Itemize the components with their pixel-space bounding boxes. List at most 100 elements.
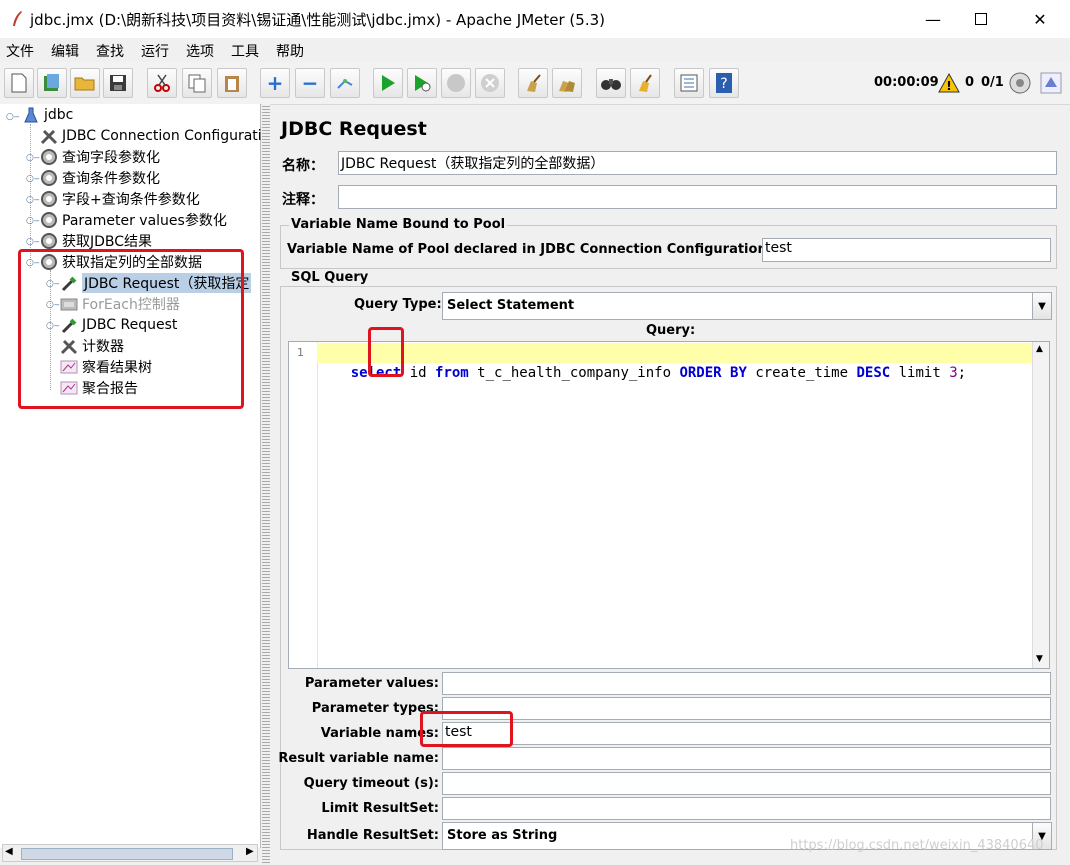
broom-icon bbox=[527, 74, 541, 92]
menu-run[interactable]: 运行 bbox=[141, 41, 169, 61]
query-label: Query: bbox=[646, 323, 696, 338]
menu-edit[interactable]: 编辑 bbox=[51, 41, 79, 61]
clipboard-icon bbox=[225, 76, 239, 92]
line-number: 1 bbox=[297, 346, 304, 359]
menu-tools[interactable]: 工具 bbox=[231, 41, 259, 61]
scissors-icon bbox=[154, 74, 170, 92]
scroll-up-arrow[interactable]: ▲ bbox=[1036, 344, 1043, 354]
collapse-all-button[interactable]: − bbox=[295, 68, 325, 98]
parameter-values-field[interactable] bbox=[442, 672, 1051, 695]
menu-search[interactable]: 查找 bbox=[96, 41, 124, 61]
tree-node-conditions-param[interactable]: 查询条件参数化 bbox=[40, 168, 160, 188]
toggle-icon bbox=[337, 79, 353, 89]
broom-search-icon bbox=[639, 74, 652, 92]
code-token: create_time bbox=[746, 365, 857, 381]
highlight-box bbox=[420, 711, 513, 747]
query-timeout-field[interactable] bbox=[442, 772, 1051, 795]
query-type-select[interactable]: Select Statement ▼ bbox=[442, 292, 1052, 320]
binoculars-icon bbox=[601, 79, 621, 90]
gear-icon bbox=[40, 211, 58, 229]
expand-toggle[interactable]: ○‒ bbox=[26, 153, 40, 163]
code-token: ORDER BY bbox=[679, 365, 747, 381]
close-button[interactable]: ✕ bbox=[1017, 0, 1063, 38]
menu-file[interactable]: 文件 bbox=[6, 41, 34, 61]
scroll-left-arrow[interactable]: ◀ bbox=[5, 846, 13, 857]
tree-node-fields-conditions-param[interactable]: 字段+查询条件参数化 bbox=[40, 189, 200, 209]
result-variable-name-label: Result variable name: bbox=[278, 751, 439, 766]
expand-toggle[interactable]: ○‒ bbox=[26, 237, 40, 247]
tree-node-get-jdbc-result[interactable]: 获取JDBC结果 bbox=[40, 231, 152, 251]
comment-field[interactable] bbox=[338, 185, 1057, 209]
code-token: DESC bbox=[856, 365, 891, 381]
minimize-button[interactable]: — bbox=[910, 0, 956, 38]
code-token: id bbox=[401, 365, 436, 381]
save-icon bbox=[110, 75, 126, 91]
tree-node-jdbc-config[interactable]: JDBC Connection Configuratio bbox=[40, 126, 270, 146]
parameter-values-label: Parameter values: bbox=[304, 676, 439, 691]
start-no-pause-button[interactable] bbox=[407, 68, 437, 98]
name-field[interactable]: JDBC Request（获取指定列的全部数据） bbox=[338, 151, 1057, 175]
limit-resultset-field[interactable] bbox=[442, 797, 1051, 820]
copy-button[interactable] bbox=[182, 68, 212, 98]
expand-toggle[interactable]: ○‒ bbox=[26, 216, 40, 226]
scroll-right-arrow[interactable]: ▶ bbox=[246, 846, 254, 857]
tree-node-root[interactable]: jdbc bbox=[22, 105, 73, 125]
maximize-button[interactable] bbox=[958, 0, 1004, 38]
scroll-down-arrow[interactable]: ▼ bbox=[1036, 654, 1043, 664]
tree-node-parameter-values[interactable]: Parameter values参数化 bbox=[40, 210, 227, 230]
tree-horizontal-scrollbar[interactable]: ◀ ▶ bbox=[2, 844, 258, 862]
templates-icon bbox=[44, 74, 59, 91]
parameter-types-field[interactable] bbox=[442, 697, 1051, 720]
tree-node-fields-param[interactable]: 查询字段参数化 bbox=[40, 147, 160, 167]
templates-button[interactable] bbox=[37, 68, 67, 98]
stop-icon bbox=[447, 74, 465, 92]
gear-icon bbox=[40, 190, 58, 208]
minus-icon: − bbox=[301, 71, 319, 95]
new-button[interactable] bbox=[4, 68, 34, 98]
list-icon bbox=[680, 74, 698, 92]
start-button[interactable] bbox=[373, 68, 403, 98]
clear-button[interactable] bbox=[518, 68, 548, 98]
expand-all-button[interactable]: + bbox=[260, 68, 290, 98]
svg-text:!: ! bbox=[946, 79, 951, 93]
scrollbar-thumb[interactable] bbox=[21, 848, 233, 860]
svg-text:?: ? bbox=[720, 76, 727, 92]
expand-toggle[interactable]: ○‒ bbox=[26, 195, 40, 205]
gear-icon bbox=[40, 169, 58, 187]
open-button[interactable] bbox=[70, 68, 100, 98]
cut-button[interactable] bbox=[147, 68, 177, 98]
clear-all-button[interactable] bbox=[552, 68, 582, 98]
comment-label: 注释： bbox=[282, 192, 324, 208]
expand-toggle[interactable]: ○‒ bbox=[26, 174, 40, 184]
chevron-down-icon[interactable]: ▼ bbox=[1032, 293, 1051, 319]
help-button[interactable]: ? bbox=[709, 68, 739, 98]
editor-vertical-scrollbar[interactable]: ▲ ▼ bbox=[1032, 342, 1049, 668]
function-helper-button[interactable] bbox=[674, 68, 704, 98]
pane-splitter[interactable] bbox=[262, 104, 270, 864]
menu-options[interactable]: 选项 bbox=[186, 41, 214, 61]
sql-editor[interactable]: 1 select id from t_c_health_company_info… bbox=[288, 341, 1050, 669]
play-icon bbox=[382, 75, 395, 91]
stop-button[interactable] bbox=[441, 68, 471, 98]
variable-names-field[interactable]: test bbox=[442, 722, 1051, 745]
result-variable-name-field[interactable] bbox=[442, 747, 1051, 770]
elapsed-timer: 00:00:09 bbox=[874, 75, 939, 90]
remote-status-icon[interactable] bbox=[1009, 72, 1031, 94]
code-token: t_c_health_company_info bbox=[468, 365, 680, 381]
log-viewer-icon[interactable] bbox=[1040, 72, 1062, 94]
maximize-icon bbox=[975, 13, 987, 25]
shutdown-icon bbox=[481, 74, 499, 92]
limit-resultset-label: Limit ResultSet: bbox=[321, 801, 439, 816]
reset-search-button[interactable] bbox=[630, 68, 660, 98]
pool-label: Variable Name of Pool declared in JDBC C… bbox=[287, 242, 772, 257]
shutdown-button[interactable] bbox=[475, 68, 505, 98]
toggle-button[interactable] bbox=[330, 68, 360, 98]
menu-help[interactable]: 帮助 bbox=[276, 41, 304, 61]
code-token: ; bbox=[957, 365, 967, 381]
paste-button[interactable] bbox=[217, 68, 247, 98]
search-button[interactable] bbox=[596, 68, 626, 98]
pool-field[interactable]: test bbox=[762, 238, 1051, 262]
expand-toggle[interactable]: ○‒ bbox=[6, 112, 20, 122]
save-button[interactable] bbox=[103, 68, 133, 98]
panel-heading: JDBC Request bbox=[281, 118, 427, 140]
